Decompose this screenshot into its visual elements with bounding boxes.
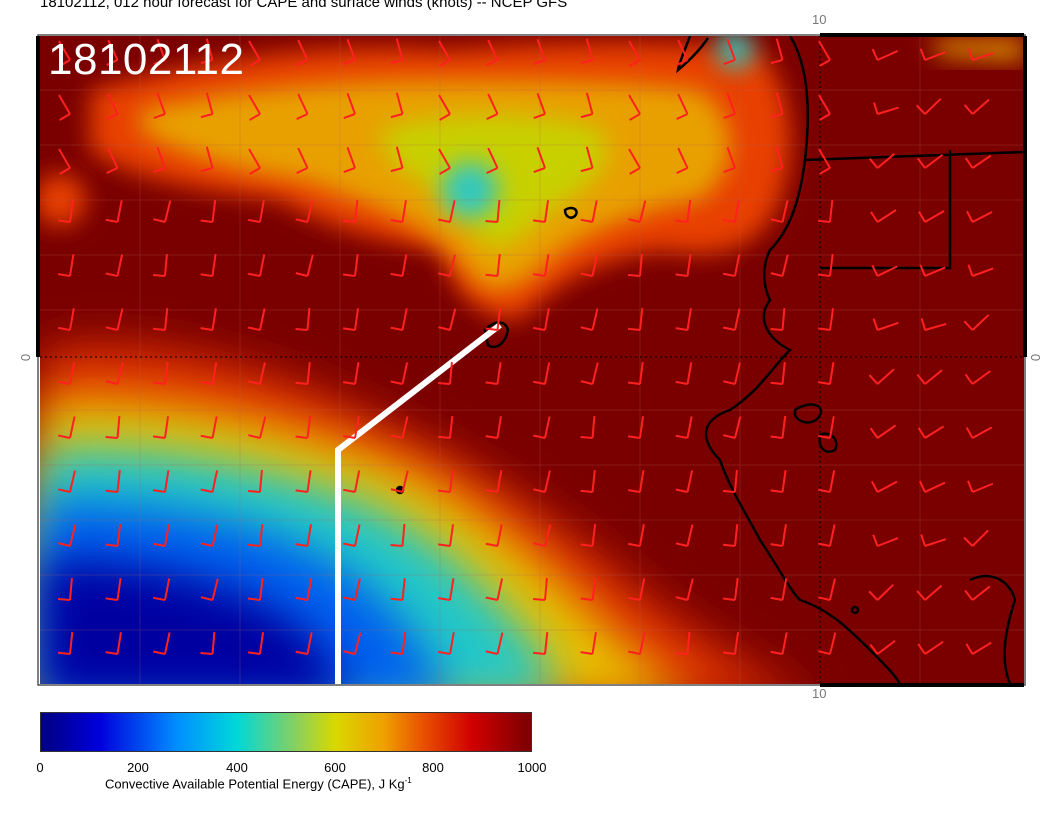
colorbar-tick: 0 — [36, 760, 44, 775]
axis-label-top: 10 — [812, 12, 827, 27]
colorbar-label-text: Convective Available Potential Energy (C… — [105, 776, 405, 792]
axis-label-bottom: 10 — [812, 686, 827, 701]
date-stamp: 18102112 — [48, 35, 245, 84]
cape-map — [36, 33, 1027, 687]
colorbar-tick: 400 — [226, 760, 248, 775]
colorbar-label: Convective Available Potential Energy (C… — [105, 776, 412, 791]
colorbar-tick: 200 — [127, 760, 149, 775]
axis-label-left: 0 — [18, 353, 34, 362]
axis-label-right: 0 — [1028, 353, 1044, 362]
colorbar-label-unit-exponent: -1 — [404, 776, 412, 785]
colorbar-tick: 600 — [324, 760, 346, 775]
colorbar — [40, 712, 532, 752]
colorbar-tick: 800 — [422, 760, 444, 775]
colorbar-tick: 1000 — [517, 760, 547, 775]
